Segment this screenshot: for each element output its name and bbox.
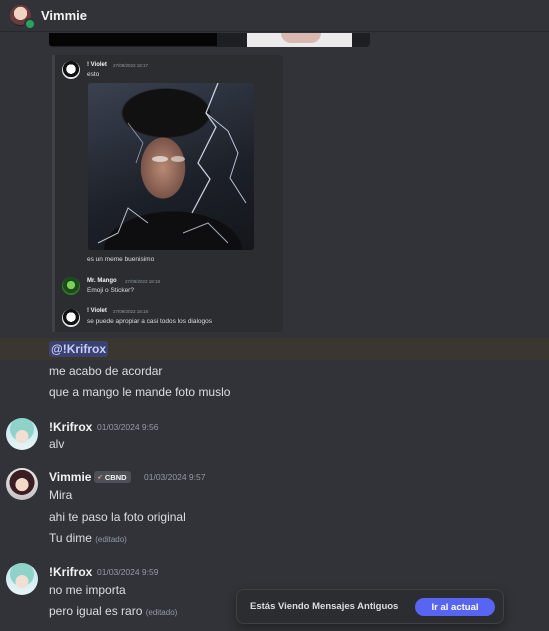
- message-text: me acabo de acordar: [49, 364, 163, 378]
- embed-author: ! Violet: [87, 62, 107, 68]
- edited-label: (editado): [145, 608, 178, 617]
- embed-message: Emoji o Sticker?: [87, 287, 134, 294]
- embed-timestamp: 27/09/2023 18:18: [113, 309, 149, 314]
- message-text: Tu dime: [49, 531, 92, 545]
- krifrox-avatar[interactable]: [6, 418, 38, 450]
- message-timestamp: 01/03/2024 9:56: [97, 422, 159, 432]
- message-author[interactable]: !Krifrox: [49, 565, 92, 579]
- jump-to-present-button[interactable]: Ir al actual: [415, 598, 495, 616]
- message-text: que a mango le mande foto muslo: [49, 385, 231, 399]
- message-text: alv: [49, 437, 65, 451]
- lightning-overlay: [97, 83, 247, 244]
- message-text: no me importa: [49, 583, 126, 597]
- message-text-edited: Tu dime (editado): [49, 531, 127, 545]
- embed-author: ! Violet: [87, 308, 107, 314]
- vimmie-avatar[interactable]: [6, 468, 38, 500]
- embed-timestamp: 27/09/2023 18:17: [113, 63, 149, 68]
- rocket-icon: ➶: [97, 474, 103, 481]
- message-text: Mira: [49, 488, 73, 502]
- edited-label: (editado): [95, 535, 127, 544]
- old-messages-text: Estás Viendo Mensajes Antiguos: [250, 601, 399, 612]
- old-messages-bar: Estás Viendo Mensajes Antiguos Ir al act…: [236, 589, 504, 624]
- message-text: ahi te paso la foto original: [49, 510, 186, 524]
- embed-timestamp: 27/09/2023 18:18: [125, 279, 161, 284]
- embed-message: esto: [87, 71, 100, 78]
- user-mention[interactable]: @!Krifrox: [49, 341, 109, 357]
- message-text-edited: pero igual es raro (editado): [49, 604, 177, 618]
- violet-avatar: [62, 309, 80, 327]
- message-text: pero igual es raro: [49, 604, 143, 618]
- embed-message: es un meme buenisimo: [87, 256, 155, 263]
- meme-image[interactable]: [88, 83, 254, 250]
- message-timestamp: 01/03/2024 9:59: [97, 567, 159, 577]
- guild-tag-label: CBND: [104, 472, 127, 482]
- message-timestamp: 01/03/2024 9:57: [144, 472, 206, 482]
- guild-tag[interactable]: ➶ CBND: [94, 471, 131, 483]
- embed-message: se puede apropiar a casi todos los dialo…: [87, 318, 213, 325]
- violet-avatar: [62, 61, 80, 79]
- message-author[interactable]: !Krifrox: [49, 420, 92, 434]
- channel-title[interactable]: Vimmie: [41, 8, 87, 23]
- message-author[interactable]: Vimmie: [49, 470, 91, 484]
- embedded-screenshot[interactable]: ! Violet 27/09/2023 18:17 esto es un mem…: [52, 55, 283, 332]
- krifrox-avatar[interactable]: [6, 563, 38, 595]
- embed-author: Mr. Mango: [87, 278, 117, 284]
- channel-header: Vimmie: [0, 0, 549, 32]
- embedded-image-top[interactable]: [49, 33, 370, 47]
- mango-avatar: [62, 277, 80, 295]
- online-status-icon: [24, 18, 36, 30]
